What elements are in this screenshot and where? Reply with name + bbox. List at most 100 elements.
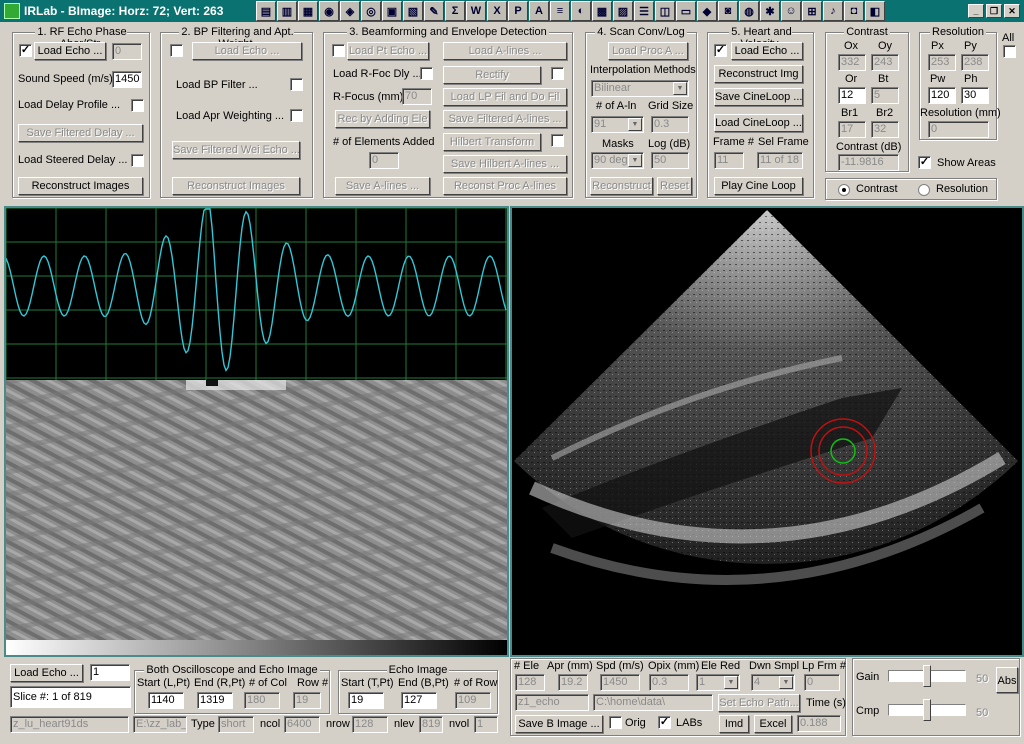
- grid-icon[interactable]: ⊞: [802, 1, 822, 21]
- abs-button[interactable]: Abs: [996, 667, 1018, 693]
- load-apr-label[interactable]: Load Apr Weighting ...: [176, 110, 284, 123]
- start-tpt-field[interactable]: 19: [348, 692, 384, 709]
- save-alines-button[interactable]: Save A-lines ...: [335, 177, 430, 195]
- file-name-field[interactable]: z_lu_heart91ds: [10, 716, 129, 733]
- save-icon[interactable]: ◈: [340, 1, 360, 21]
- pdf2-icon[interactable]: ▧: [403, 1, 423, 21]
- user-icon[interactable]: ☺: [781, 1, 801, 21]
- cmp-slider-thumb[interactable]: [923, 699, 931, 721]
- load-delay-label[interactable]: Load Delay Profile ...: [18, 99, 120, 112]
- set-echo-path-button[interactable]: Set Echo Path...: [718, 694, 800, 712]
- bp-load-echo-button[interactable]: Load Echo ...: [192, 42, 302, 60]
- row-field[interactable]: 19: [293, 692, 321, 709]
- play-cine-button[interactable]: Play Cine Loop: [714, 177, 803, 195]
- load-pt-echo-button[interactable]: Load Pt Echo ...: [347, 42, 429, 60]
- eye-icon[interactable]: ◐: [571, 1, 591, 21]
- echo-file-field[interactable]: z1_echo: [515, 694, 589, 711]
- gain-slider-thumb[interactable]: [923, 665, 931, 687]
- oy-field[interactable]: 243: [871, 54, 899, 71]
- file-icon[interactable]: ▩: [592, 1, 612, 21]
- excel-icon[interactable]: X: [487, 1, 507, 21]
- nlev-field[interactable]: 819: [419, 716, 443, 733]
- monitor-icon[interactable]: ▭: [676, 1, 696, 21]
- close-button[interactable]: ✕: [1004, 4, 1020, 18]
- reset-button[interactable]: Reset: [657, 177, 692, 195]
- rectify-button[interactable]: Rectify: [443, 66, 541, 84]
- pw-field[interactable]: 120: [928, 87, 956, 104]
- show-areas-checkbox[interactable]: ✓: [918, 156, 931, 169]
- ele-red-select[interactable]: 1 ▼: [696, 674, 740, 691]
- minimize-button[interactable]: _: [968, 4, 984, 18]
- cmp-slider[interactable]: [888, 699, 966, 721]
- open-icon[interactable]: ▦: [298, 1, 318, 21]
- save-hilbert-button[interactable]: Save Hilbert A-lines ...: [443, 155, 567, 173]
- slice-field[interactable]: Slice #: 1 of 819: [10, 686, 131, 708]
- labs-checkbox[interactable]: ✓: [658, 716, 671, 729]
- px-field[interactable]: 253: [928, 54, 956, 71]
- save-filtered-wei-button[interactable]: Save Filtered Wei Echo ...: [172, 141, 300, 159]
- load-echo-button[interactable]: Load Echo ...: [34, 42, 106, 60]
- heart-load-echo-button[interactable]: Load Echo ...: [731, 42, 803, 60]
- py-field[interactable]: 238: [961, 54, 989, 71]
- reconst-proc-button[interactable]: Reconst Proc A-lines: [443, 177, 567, 195]
- camera-icon[interactable]: ◙: [718, 1, 738, 21]
- contrast-db-field[interactable]: -11.9816: [838, 154, 899, 171]
- oscilloscope[interactable]: [6, 208, 507, 380]
- load-cineloop-button[interactable]: Load CineLoop ...: [714, 114, 803, 132]
- edit-icon[interactable]: ✎: [424, 1, 444, 21]
- gain-slider[interactable]: [888, 665, 966, 687]
- load-proc-button[interactable]: Load Proc A ...: [608, 42, 688, 60]
- contrast-radio[interactable]: Contrast: [838, 183, 898, 196]
- file-path-field[interactable]: E:\zz_lab_: [133, 716, 187, 733]
- imd-button[interactable]: Imd: [719, 715, 749, 733]
- excel-button[interactable]: Excel: [754, 715, 792, 733]
- rectify-checkbox[interactable]: [551, 67, 564, 80]
- end-rpt-field[interactable]: 1319: [197, 692, 233, 709]
- n-col-field[interactable]: 180: [244, 692, 280, 709]
- all-checkbox[interactable]: [1003, 45, 1016, 58]
- log-db-field[interactable]: 50: [651, 152, 689, 169]
- load-pt-checkbox[interactable]: [332, 44, 345, 57]
- nvol-field[interactable]: 1: [474, 716, 498, 733]
- load-steered-label[interactable]: Load Steered Delay ...: [18, 154, 127, 167]
- reconstruct-images-button[interactable]: Reconstruct Images: [18, 177, 143, 195]
- heart-load-echo-checkbox[interactable]: ✓: [714, 44, 727, 57]
- hilbert-button[interactable]: Hilbert Transform: [443, 133, 541, 151]
- pdf-icon[interactable]: ▣: [382, 1, 402, 21]
- echo-path-field[interactable]: C:\home\data\: [593, 694, 713, 711]
- disk-icon[interactable]: ◘: [844, 1, 864, 21]
- load-apr-checkbox[interactable]: [290, 109, 303, 122]
- time-field[interactable]: 0.188: [797, 715, 841, 732]
- bt-field[interactable]: 5: [871, 87, 899, 104]
- opix-field[interactable]: 0.3: [649, 674, 689, 691]
- access-icon[interactable]: A: [529, 1, 549, 21]
- stack-icon[interactable]: ≡: [550, 1, 570, 21]
- print-icon[interactable]: ◎: [361, 1, 381, 21]
- resolution-radio[interactable]: Resolution: [918, 183, 988, 196]
- globe2-icon[interactable]: ◍: [739, 1, 759, 21]
- rec-adding-button[interactable]: Rec by Adding Ele: [335, 110, 430, 128]
- load-rfoc-label[interactable]: Load R-Foc Dly ...: [333, 68, 422, 81]
- sum-icon[interactable]: Σ: [445, 1, 465, 21]
- load-lp-button[interactable]: Load LP Fil and Do Fil: [443, 88, 567, 106]
- save-filtered-alines-button[interactable]: Save Filtered A-lines ...: [443, 110, 567, 128]
- new-doc-icon[interactable]: ▤: [256, 1, 276, 21]
- spd-field[interactable]: 1450: [600, 674, 640, 691]
- print2-icon[interactable]: ◧: [865, 1, 885, 21]
- end-bpt-field[interactable]: 127: [401, 692, 437, 709]
- nrow-field[interactable]: 128: [352, 716, 388, 733]
- list-icon[interactable]: ☰: [634, 1, 654, 21]
- masks-select[interactable]: 90 deg ▼: [591, 152, 644, 169]
- lp-frm-field[interactable]: 0: [804, 674, 840, 691]
- image-icon[interactable]: ◆: [697, 1, 717, 21]
- echo-image[interactable]: [6, 380, 507, 640]
- folder-icon[interactable]: ▥: [277, 1, 297, 21]
- br1-field[interactable]: 17: [838, 121, 866, 138]
- n-row-field[interactable]: 109: [455, 692, 491, 709]
- dwn-smpl-select[interactable]: 4 ▼: [751, 674, 795, 691]
- load-steered-checkbox[interactable]: [131, 154, 144, 167]
- ncol-field[interactable]: 6400: [284, 716, 320, 733]
- globe-icon[interactable]: ◉: [319, 1, 339, 21]
- load-echo-value[interactable]: 0: [112, 43, 142, 60]
- load-rfoc-checkbox[interactable]: [420, 67, 433, 80]
